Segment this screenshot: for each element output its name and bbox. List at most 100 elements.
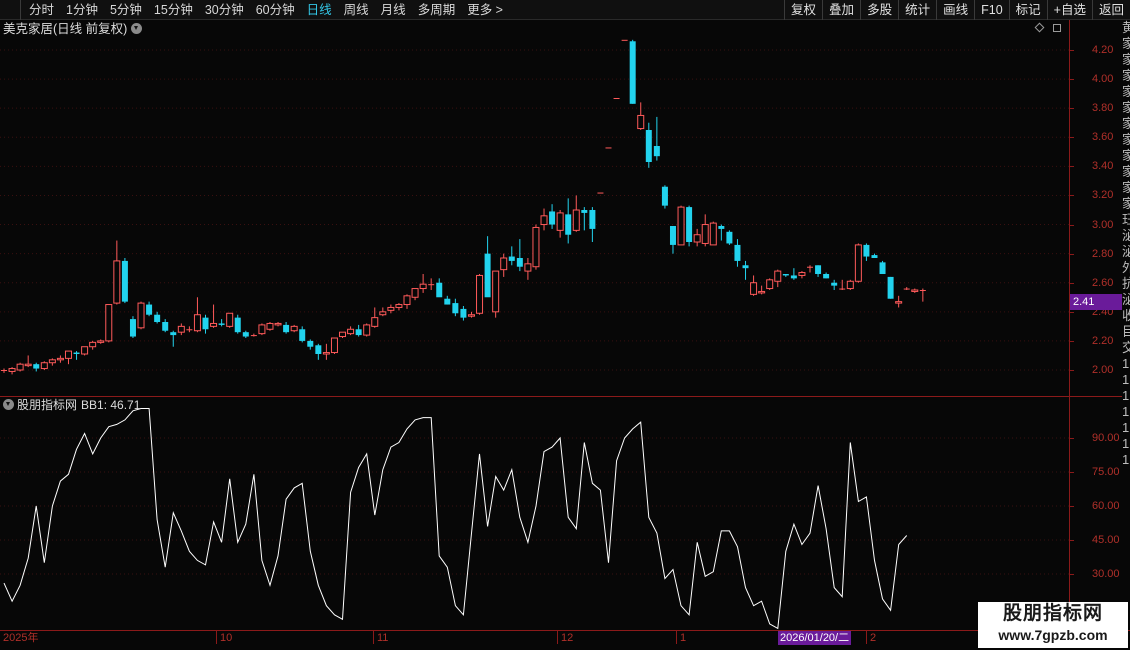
candle-body [879, 262, 886, 274]
candle-body [387, 306, 395, 311]
candle-body [782, 274, 789, 276]
tool-button-0[interactable]: 复权 [784, 0, 822, 20]
candle [565, 198, 572, 244]
candle-body [274, 322, 282, 326]
watermark-title: 股朋指标网 [1002, 603, 1103, 624]
period-tab-5[interactable]: 60分钟 [248, 0, 299, 20]
candle [210, 304, 218, 328]
candle-body [355, 329, 362, 336]
candle-body [266, 322, 274, 330]
candle-body [170, 332, 177, 336]
candle [556, 210, 564, 238]
candle [831, 279, 838, 290]
candle-body [24, 363, 32, 367]
period-tab-8[interactable]: 月线 [373, 0, 410, 20]
price-tick-mark [1070, 166, 1074, 168]
period-tab-9[interactable]: 多周期 [410, 0, 460, 20]
price-tick-mark [1070, 50, 1074, 51]
candle-body [226, 312, 234, 327]
tool-button-5[interactable]: F10 [974, 0, 1009, 20]
price-tick-mark [1070, 253, 1074, 255]
price-tick-label: 3.80 [1092, 102, 1114, 115]
period-tab-6[interactable]: 日线 [299, 0, 336, 20]
candle-body [299, 329, 306, 341]
candle-body [677, 206, 685, 246]
candle [436, 278, 443, 298]
tool-button-8[interactable]: 返回 [1091, 0, 1130, 20]
period-tab-1[interactable]: 1分钟 [58, 0, 102, 20]
period-tab-7[interactable]: 周线 [336, 0, 373, 20]
candle [339, 331, 347, 338]
candle [48, 358, 56, 366]
candle-body [113, 260, 121, 304]
indicator-options-icon[interactable] [3, 399, 14, 410]
candle-body [823, 274, 830, 279]
candle-body [887, 276, 894, 299]
candle [121, 258, 128, 304]
period-tab-10[interactable]: 更多 > [459, 0, 507, 20]
tool-button-2[interactable]: 多股 [860, 0, 898, 20]
period-tab-0[interactable]: 分时 [20, 0, 58, 20]
candle [750, 275, 758, 296]
candle [823, 272, 830, 279]
date-axis: 2026/01/20/二 2025年 10 11 12 1 2 [0, 631, 1130, 650]
candle-body [428, 284, 435, 286]
indicator-tick-label: 75.00 [1092, 466, 1120, 478]
candle [403, 294, 411, 309]
candle [97, 339, 105, 344]
tool-button-4[interactable]: 画线 [936, 0, 974, 20]
candle-body [911, 289, 919, 292]
candle-body [258, 324, 266, 335]
candle-body [411, 288, 419, 298]
candle-body [371, 317, 379, 327]
tool-button-1[interactable]: 叠加 [822, 0, 860, 20]
candle [677, 205, 685, 246]
candle-body [16, 363, 24, 371]
candle [572, 195, 580, 232]
candle-body [162, 322, 169, 331]
candlestick-chart[interactable] [0, 20, 1069, 396]
candle-body [105, 304, 113, 342]
candle [540, 208, 548, 231]
candle-body [846, 280, 854, 290]
candle-body [250, 335, 257, 337]
candle-body [186, 329, 193, 331]
price-tick-mark [1070, 370, 1074, 371]
indicator-chart[interactable] [0, 397, 1069, 630]
price-tick-label: 3.00 [1092, 218, 1114, 231]
candle [162, 319, 169, 333]
candle-body [89, 341, 97, 348]
watermark-url: www.7gpzb.com [998, 627, 1108, 643]
candle [839, 279, 846, 290]
pane-separator[interactable] [0, 396, 1130, 397]
last-price-tag: 2.41 [1070, 294, 1122, 310]
period-tab-4[interactable]: 30分钟 [197, 0, 248, 20]
tool-button-7[interactable]: +自选 [1046, 0, 1092, 20]
candle-body [363, 324, 371, 336]
candle-body [589, 210, 596, 229]
candle [758, 285, 766, 295]
candle-body [831, 282, 838, 286]
side-info-strip[interactable]: 黄家家家家家家家家家家家珏泌泌外抗泌收目交1111111 [1122, 20, 1130, 630]
candle-body [686, 207, 693, 242]
tool-button-3[interactable]: 统计 [898, 0, 936, 20]
candle [81, 346, 89, 356]
candle [879, 260, 886, 274]
period-tab-3[interactable]: 15分钟 [146, 0, 197, 20]
period-tab-2[interactable]: 5分钟 [102, 0, 146, 20]
candle-body [452, 303, 459, 314]
candle-body [242, 332, 249, 337]
candle [629, 39, 636, 104]
candle-body [403, 295, 411, 306]
date-label: 10 [216, 631, 232, 644]
candle-body [460, 308, 467, 318]
candle-body [444, 298, 451, 305]
candle-body [621, 39, 628, 41]
candle [89, 340, 97, 350]
tool-button-6[interactable]: 标记 [1008, 0, 1047, 20]
candle [395, 303, 403, 311]
candle [484, 236, 491, 298]
candle-body [121, 260, 128, 302]
candle-body [790, 275, 797, 279]
candle-body [419, 283, 427, 290]
